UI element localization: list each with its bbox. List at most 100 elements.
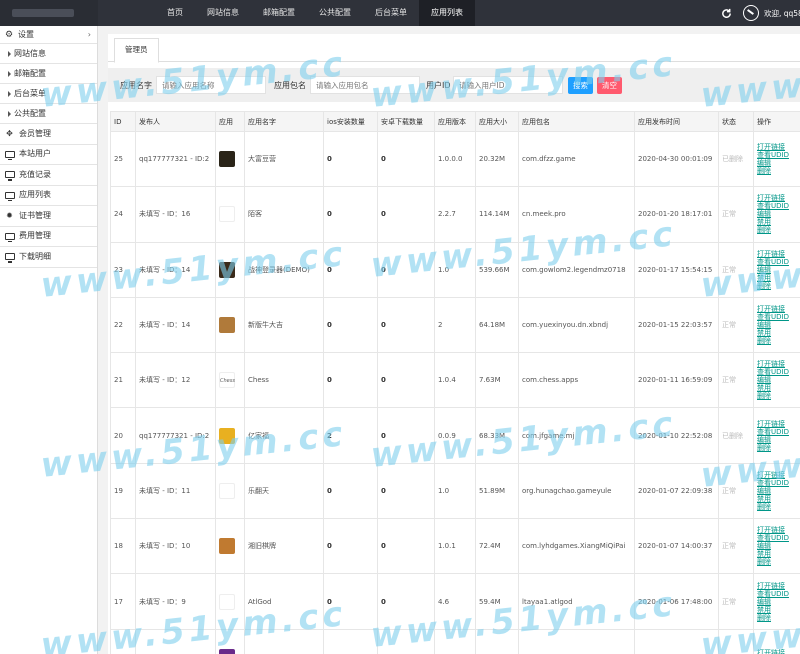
nav-item-4[interactable]: 后台菜单	[363, 0, 419, 26]
view-udid-link[interactable]: 查看UDID	[757, 428, 797, 436]
sidebar-subitem[interactable]: 网站信息	[0, 44, 97, 64]
table-row: 22 未填写 - ID：14 新版牛大吉 0 0 2 64.18M com.yuexinyou…	[110, 296, 800, 354]
ios-cell: 0	[323, 573, 378, 630]
pkg-cell: org.hunagchao.gameyule	[518, 462, 635, 520]
view-udid-link[interactable]: 查看UDID	[757, 479, 797, 487]
disable-link[interactable]: 禁用	[757, 495, 797, 503]
sidebar-item[interactable]: 本站用户	[0, 145, 97, 165]
time-cell: 2020-01-15 22:03:57	[634, 296, 719, 354]
disable-link[interactable]: 禁用	[757, 329, 797, 337]
refresh-icon[interactable]	[719, 6, 733, 20]
sidebar-item[interactable]: 费用管理	[0, 227, 97, 247]
sidebar-subitem[interactable]: 后台菜单	[0, 84, 97, 104]
open-link-link[interactable]: 打开链接	[757, 250, 797, 258]
user-id-input[interactable]	[453, 76, 563, 94]
delete-link[interactable]: 删除	[757, 337, 797, 345]
operations-cell: 打开链接 查看UDID 编辑 禁用 删除	[753, 241, 800, 298]
table-row: 21 未填写 - ID：12 Chess Chess 0 0 1.0.4 7.63M com.c…	[110, 352, 800, 409]
open-link-link[interactable]: 打开链接	[757, 305, 797, 313]
sidebar-subitem[interactable]: 公共配置	[0, 104, 97, 124]
app-icon-cell	[215, 407, 245, 464]
sidebar-subitem[interactable]: 邮箱配置	[0, 64, 97, 84]
nav-item-0[interactable]: 首页	[155, 0, 195, 26]
view-udid-link[interactable]: 查看UDID	[757, 313, 797, 321]
nav-item-2[interactable]: 邮箱配置	[251, 0, 307, 26]
delete-link[interactable]: 删除	[757, 282, 797, 290]
app-name-input[interactable]	[156, 76, 266, 94]
sidebar-item[interactable]: 下载明细	[0, 247, 97, 268]
edit-link[interactable]: 编辑	[757, 542, 797, 550]
time-cell	[634, 628, 719, 654]
app-icon-cell	[215, 296, 245, 354]
edit-link[interactable]: 编辑	[757, 266, 797, 274]
edit-link[interactable]: 编辑	[757, 487, 797, 495]
open-link-link[interactable]: 打开链接	[757, 420, 797, 428]
edit-link[interactable]: 编辑	[757, 376, 797, 384]
operations-cell: 打开链接 查看UDID 编辑 禁用 删除	[753, 296, 800, 354]
sidebar-item[interactable]: ✹ 证书管理	[0, 206, 97, 227]
time-cell: 2020-01-07 22:09:38	[634, 462, 719, 520]
edit-link[interactable]: 编辑	[757, 598, 797, 606]
version-cell: 2	[434, 296, 476, 354]
nav-item-5[interactable]: 应用列表	[419, 0, 475, 26]
delete-link[interactable]: 删除	[757, 226, 797, 234]
tab-admin[interactable]: 管理员	[114, 38, 159, 63]
sidebar-item-label: 下载明细	[19, 251, 51, 261]
disable-link[interactable]: 禁用	[757, 274, 797, 282]
ios-cell: 0	[323, 352, 378, 409]
edit-link[interactable]: 编辑	[757, 436, 797, 444]
nav-item-1[interactable]: 网站信息	[195, 0, 251, 26]
delete-link[interactable]: 删除	[757, 503, 797, 511]
app-icon: Chess	[219, 372, 235, 389]
open-link-link[interactable]: 打开链接	[757, 471, 797, 479]
sidebar-item[interactable]: 充值记录	[0, 165, 97, 186]
app-icon-cell	[215, 628, 245, 654]
nav-item-3[interactable]: 公共配置	[307, 0, 363, 26]
edit-link[interactable]: 编辑	[757, 159, 797, 167]
table-row: 23 未填写 - ID：14 战神登录器(DEMO) 0 0 1.0 539.66M com.…	[110, 241, 800, 298]
publisher-cell	[135, 628, 216, 654]
status-cell: 正常	[718, 462, 754, 520]
app-package-input[interactable]	[310, 76, 420, 94]
app-name-label: 应用名字	[120, 81, 152, 90]
welcome-text[interactable]: 欢迎, qq585	[764, 8, 800, 19]
delete-link[interactable]: 删除	[757, 444, 797, 452]
sidebar-group-members[interactable]: ✥ 会员管理	[0, 124, 97, 145]
version-cell: 1.0.4	[434, 352, 476, 409]
search-button[interactable]: 搜索	[568, 77, 593, 94]
column-header: 应用名字	[244, 111, 324, 132]
version-cell: 1.0	[434, 241, 476, 298]
monitor-icon	[4, 149, 15, 161]
sidebar-group-settings[interactable]: ⚙ 设置 ›	[0, 26, 97, 44]
logo	[0, 0, 98, 26]
sidebar-item[interactable]: 应用列表	[0, 186, 97, 206]
clear-button[interactable]: 清空	[597, 77, 622, 94]
monitor-icon	[4, 231, 15, 243]
app-icon-cell	[215, 130, 245, 188]
open-link-link[interactable]: 打开链接	[757, 582, 797, 590]
view-udid-link[interactable]: 查看UDID	[757, 151, 797, 159]
edit-link[interactable]: 编辑	[757, 210, 797, 218]
name-cell: 战神登录器(DEMO)	[244, 241, 324, 298]
id-cell: 17	[110, 573, 136, 630]
delete-link[interactable]: 删除	[757, 558, 797, 566]
delete-link[interactable]: 删除	[757, 167, 797, 175]
open-link-link[interactable]: 打开链接	[757, 143, 797, 151]
delete-link[interactable]: 删除	[757, 392, 797, 400]
avatar[interactable]	[743, 5, 759, 21]
delete-link[interactable]: 删除	[757, 614, 797, 622]
ios-cell	[323, 628, 378, 654]
open-link-link[interactable]: 打开链接	[757, 649, 797, 654]
id-cell: 21	[110, 352, 136, 409]
sidebar-subitem-label: 网站信息	[14, 49, 46, 58]
edit-link[interactable]: 编辑	[757, 321, 797, 329]
view-udid-link[interactable]: 查看UDID	[757, 258, 797, 266]
size-cell: 7.63M	[475, 352, 519, 409]
disable-link[interactable]: 禁用	[757, 606, 797, 614]
view-udid-link[interactable]: 查看UDID	[757, 590, 797, 598]
app-icon	[219, 151, 235, 168]
id-cell: 18	[110, 518, 136, 575]
id-cell: 19	[110, 462, 136, 520]
size-cell: 68.33M	[475, 407, 519, 464]
time-cell: 2020-01-07 14:00:37	[634, 518, 719, 575]
